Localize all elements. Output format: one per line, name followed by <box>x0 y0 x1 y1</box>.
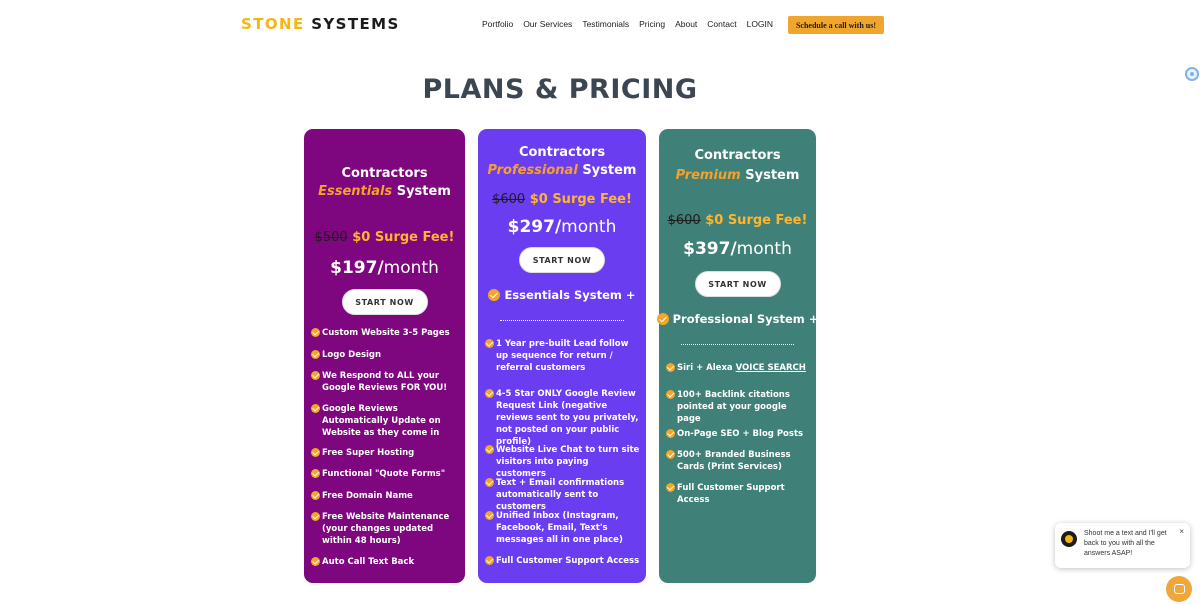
feature-item: Full Customer Support Access <box>485 555 641 567</box>
feature-item: Free Domain Name <box>311 490 460 502</box>
feature-item: Functional "Quote Forms" <box>311 468 460 480</box>
nav-contact[interactable]: Contact <box>707 19 736 29</box>
surge-fee: $500 $0 Surge Fee! <box>304 230 465 245</box>
check-icon <box>666 483 675 492</box>
check-icon <box>311 491 320 500</box>
check-icon <box>485 556 494 565</box>
plan-title-line2: Premium System <box>675 168 800 183</box>
check-icon <box>666 450 675 459</box>
check-icon <box>311 328 320 337</box>
nav-testimonials[interactable]: Testimonials <box>582 19 629 29</box>
check-icon <box>485 389 494 398</box>
check-icon <box>311 469 320 478</box>
chat-avatar <box>1061 531 1077 547</box>
feature-item: Website Live Chat to turn site visitors … <box>485 444 641 480</box>
feature-item: Unified Inbox (Instagram, Facebook, Emai… <box>485 510 641 546</box>
surge-fee: $600 $0 Surge Fee! <box>478 192 646 207</box>
plan-title-line2: Essentials System <box>318 184 451 199</box>
old-price: $600 <box>492 192 526 207</box>
accessibility-icon[interactable] <box>1185 67 1199 81</box>
feature-item: Custom Website 3-5 Pages <box>311 327 460 339</box>
check-icon <box>311 557 320 566</box>
main-nav: Portfolio Our Services Testimonials Pric… <box>482 19 773 29</box>
plan-card-premium: Contractors Premium System $600 $0 Surge… <box>656 129 818 583</box>
check-icon <box>656 313 669 325</box>
old-price: $600 <box>667 213 701 228</box>
feature-item: 100+ Backlink citations pointed at your … <box>666 389 811 425</box>
check-icon <box>488 289 501 301</box>
nav-about[interactable]: About <box>675 19 697 29</box>
feature-item: 500+ Branded Business Cards (Print Servi… <box>666 449 811 473</box>
chat-launcher-icon[interactable] <box>1166 576 1192 602</box>
check-icon <box>485 511 494 520</box>
feature-item: Free Website Maintenance (your changes u… <box>311 511 460 547</box>
check-icon <box>666 390 675 399</box>
brand-part2: SYSTEMS <box>311 15 400 33</box>
chat-popup[interactable]: Shoot me a text and I'll get back to you… <box>1055 523 1190 568</box>
schedule-call-button[interactable]: Schedule a call with us! <box>788 16 884 34</box>
voice-search-link[interactable]: VOICE SEARCH <box>736 363 806 373</box>
feature-item: On-Page SEO + Blog Posts <box>666 428 811 440</box>
feature-item: 1 Year pre-built Lead follow up sequence… <box>485 338 641 374</box>
check-icon <box>311 512 320 521</box>
plan-title-line1: Contractors <box>694 148 781 163</box>
feature-item: We Respond to ALL your Google Reviews FO… <box>311 370 460 394</box>
nav-portfolio[interactable]: Portfolio <box>482 19 513 29</box>
feature-item: Full Customer Support Access <box>666 482 811 506</box>
nav-our-services[interactable]: Our Services <box>523 19 572 29</box>
divider <box>681 344 794 345</box>
includes-line: Professional System + <box>656 312 818 326</box>
plan-title-line1: Contractors <box>341 166 428 181</box>
feature-item: Auto Call Text Back <box>311 556 460 568</box>
feature-item: Free Super Hosting <box>311 447 460 459</box>
feature-item: Google Reviews Automatically Update on W… <box>311 403 460 439</box>
plan-price: $297/month <box>507 217 617 237</box>
nav-login[interactable]: LOGIN <box>747 19 773 29</box>
feature-item: 4-5 Star ONLY Google Review Request Link… <box>485 388 641 448</box>
surge-text: $0 Surge Fee! <box>705 213 808 228</box>
check-icon <box>311 371 320 380</box>
plan-title-line2: Professional System <box>487 163 637 178</box>
close-icon[interactable]: × <box>1179 527 1184 536</box>
includes-line: Essentials System + <box>478 288 646 302</box>
plan-price: $397/month <box>683 239 792 259</box>
feature-item: Logo Design <box>311 349 460 361</box>
surge-fee: $600 $0 Surge Fee! <box>659 213 816 228</box>
check-icon <box>666 429 675 438</box>
nav-pricing[interactable]: Pricing <box>639 19 665 29</box>
check-icon <box>485 478 494 487</box>
check-icon <box>485 445 494 454</box>
divider <box>500 320 624 321</box>
plan-card-professional: Contractors Professional System $600 $0 … <box>478 129 646 583</box>
plan-card-essentials: Contractors Essentials System $500 $0 Su… <box>304 129 465 583</box>
start-now-button[interactable]: START NOW <box>694 271 781 297</box>
check-icon <box>666 363 675 372</box>
plan-title-line1: Contractors <box>518 145 606 160</box>
feature-item: Text + Email confirmations automatically… <box>485 477 641 513</box>
start-now-button[interactable]: START NOW <box>519 247 605 273</box>
check-icon <box>485 339 494 348</box>
surge-text: $0 Surge Fee! <box>529 192 632 207</box>
brand-part1: STONE <box>241 15 305 33</box>
old-price: $500 <box>314 230 348 245</box>
feature-item: Siri + Alexa VOICE SEARCH <box>666 362 811 374</box>
start-now-button[interactable]: START NOW <box>341 289 428 315</box>
plan-price: $197/month <box>330 258 439 278</box>
check-icon <box>311 404 320 413</box>
page-title: PLANS & PRICING <box>422 74 698 105</box>
check-icon <box>311 350 320 359</box>
chat-message: Shoot me a text and I'll get back to you… <box>1084 530 1167 557</box>
brand-logo[interactable]: STONE SYSTEMS <box>241 15 400 33</box>
check-icon <box>311 448 320 457</box>
surge-text: $0 Surge Fee! <box>352 230 455 245</box>
